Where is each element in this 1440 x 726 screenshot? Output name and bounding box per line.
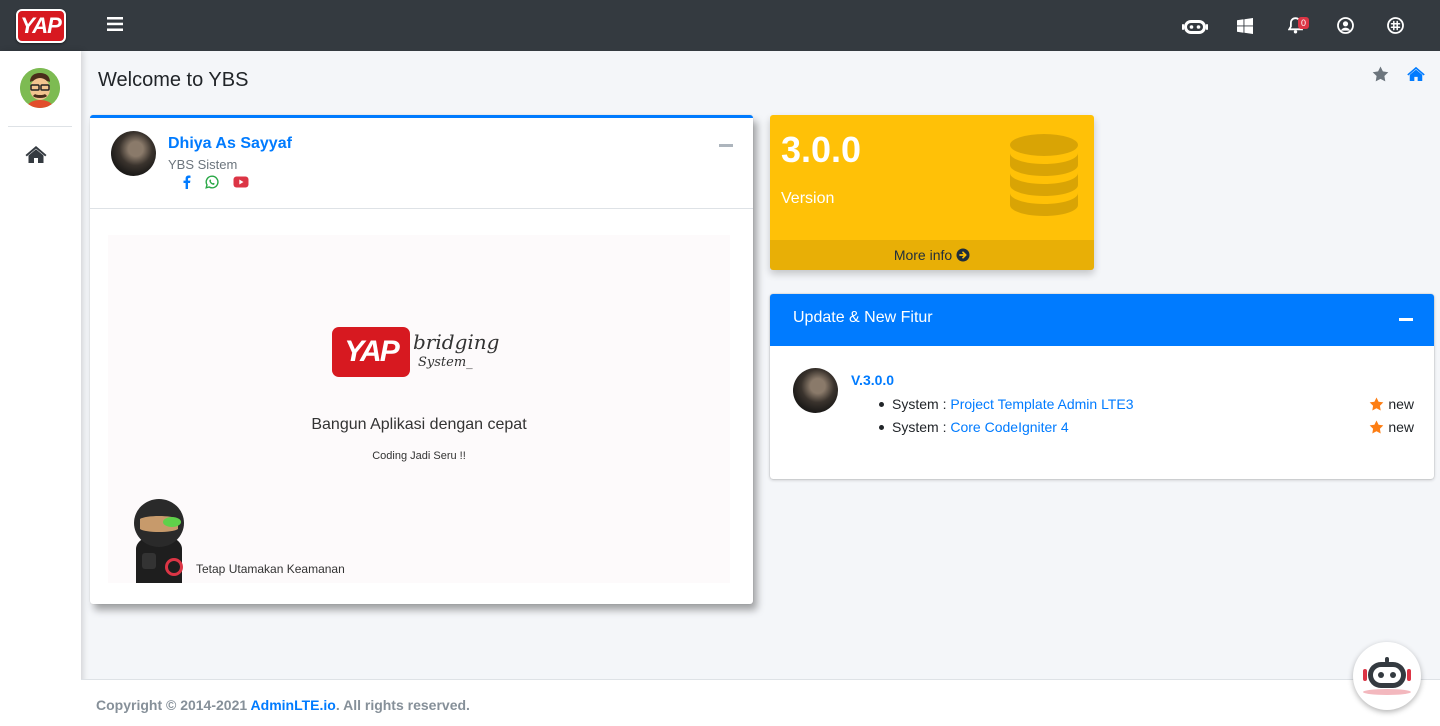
nav-windows-button[interactable] xyxy=(1220,0,1270,51)
version-label: Version xyxy=(781,190,835,207)
robot-icon xyxy=(1182,19,1208,34)
navbar-right: 0 xyxy=(1170,0,1420,51)
profile-subtitle: YBS Sistem xyxy=(168,157,238,172)
profile-collapse-button[interactable] xyxy=(719,144,733,147)
updates-avatar xyxy=(793,368,838,413)
nav-slack-button[interactable] xyxy=(1370,0,1420,51)
new-badge-label: new xyxy=(1388,419,1414,435)
nav-robot-button[interactable] xyxy=(1170,0,1220,51)
breadcrumb-star-button[interactable] xyxy=(1372,66,1389,87)
sidebar-item-home[interactable] xyxy=(24,144,50,168)
banner-image: YAP bridging System_ Bangun Aplikasi den… xyxy=(108,235,730,583)
nav-notifications-button[interactable]: 0 xyxy=(1270,0,1320,51)
nav-user-button[interactable] xyxy=(1320,0,1370,51)
sidebar-divider xyxy=(8,126,72,127)
update-prefix: System : xyxy=(892,396,951,412)
home-icon xyxy=(1407,66,1425,81)
windows-icon xyxy=(1237,17,1253,34)
avatar-illustration xyxy=(20,68,60,108)
banner-subtagline: Coding Jadi Seru !! xyxy=(372,450,466,462)
new-badge-label: new xyxy=(1388,396,1414,412)
arrow-circle-right-icon xyxy=(956,248,970,262)
chatbot-button[interactable] xyxy=(1353,642,1421,710)
brand-link[interactable]: YAP xyxy=(0,0,81,51)
version-number: 3.0.0 xyxy=(781,129,862,170)
facebook-icon[interactable] xyxy=(182,175,191,189)
copyright-text: Copyright © 2014-2021 AdminLTE.io. All r… xyxy=(96,697,470,713)
list-item: System : Project Template Admin LTE3 new xyxy=(879,395,1414,418)
update-link[interactable]: Core CodeIgniter 4 xyxy=(950,419,1068,435)
profile-name[interactable]: Dhiya As Sayyaf xyxy=(168,135,292,153)
slack-icon xyxy=(1386,17,1404,34)
top-navbar: YAP 0 xyxy=(0,0,1440,51)
new-badge: new xyxy=(1369,418,1414,436)
star-icon xyxy=(1372,66,1389,82)
menu-toggle-button[interactable] xyxy=(104,13,126,35)
notification-badge: 0 xyxy=(1298,17,1310,29)
whatsapp-icon[interactable] xyxy=(205,175,219,189)
youtube-icon[interactable] xyxy=(233,176,249,188)
brand-logo: YAP xyxy=(15,8,66,43)
breadcrumb-home-link[interactable] xyxy=(1406,65,1426,87)
robot-icon xyxy=(1363,657,1411,695)
updates-card-header: Update & New Fitur xyxy=(770,294,1434,346)
copyright-prefix: Copyright © 2014-2021 xyxy=(96,697,251,713)
ninja-mascot-icon xyxy=(134,499,184,583)
list-item: System : Core CodeIgniter 4 new xyxy=(879,418,1414,441)
page-title: Welcome to YBS xyxy=(98,69,249,91)
copyright-suffix: . All rights reserved. xyxy=(335,697,470,713)
database-icon xyxy=(1010,134,1078,216)
update-prefix: System : xyxy=(892,419,951,435)
more-info-link[interactable]: More info xyxy=(770,240,1094,270)
page-footer: Copyright © 2014-2021 AdminLTE.io. All r… xyxy=(81,679,1440,726)
adminlte-link[interactable]: AdminLTE.io xyxy=(251,697,336,713)
update-link[interactable]: Project Template Admin LTE3 xyxy=(950,396,1133,412)
updates-version[interactable]: V.3.0.0 xyxy=(851,372,894,388)
banner-bridging-text: bridging xyxy=(413,330,500,354)
banner-system-text: System_ xyxy=(418,355,473,370)
profile-avatar xyxy=(111,131,156,176)
sidebar xyxy=(0,51,81,726)
profile-card-header: Dhiya As Sayyaf YBS Sistem xyxy=(90,118,753,209)
updates-list: System : Project Template Admin LTE3 new… xyxy=(879,395,1414,441)
star-icon xyxy=(1369,397,1384,411)
user-avatar[interactable] xyxy=(20,68,60,108)
updates-collapse-button[interactable] xyxy=(1399,318,1413,321)
profile-card: Dhiya As Sayyaf YBS Sistem YAP bridging … xyxy=(90,115,753,604)
user-circle-icon xyxy=(1336,17,1354,34)
new-badge: new xyxy=(1369,395,1414,413)
version-info-box: 3.0.0 Version More info xyxy=(770,115,1094,270)
banner-tagline: Bangun Aplikasi dengan cepat xyxy=(311,416,527,433)
banner-security-text: Tetap Utamakan Keamanan xyxy=(196,562,345,576)
hamburger-icon xyxy=(107,17,123,31)
more-info-label: More info xyxy=(893,247,953,263)
banner-logo: YAP xyxy=(332,327,410,377)
updates-card: Update & New Fitur V.3.0.0 System : Proj… xyxy=(770,294,1434,479)
social-links xyxy=(182,175,249,189)
updates-title: Update & New Fitur xyxy=(793,309,933,326)
home-icon xyxy=(25,146,47,163)
star-icon xyxy=(1369,420,1384,434)
